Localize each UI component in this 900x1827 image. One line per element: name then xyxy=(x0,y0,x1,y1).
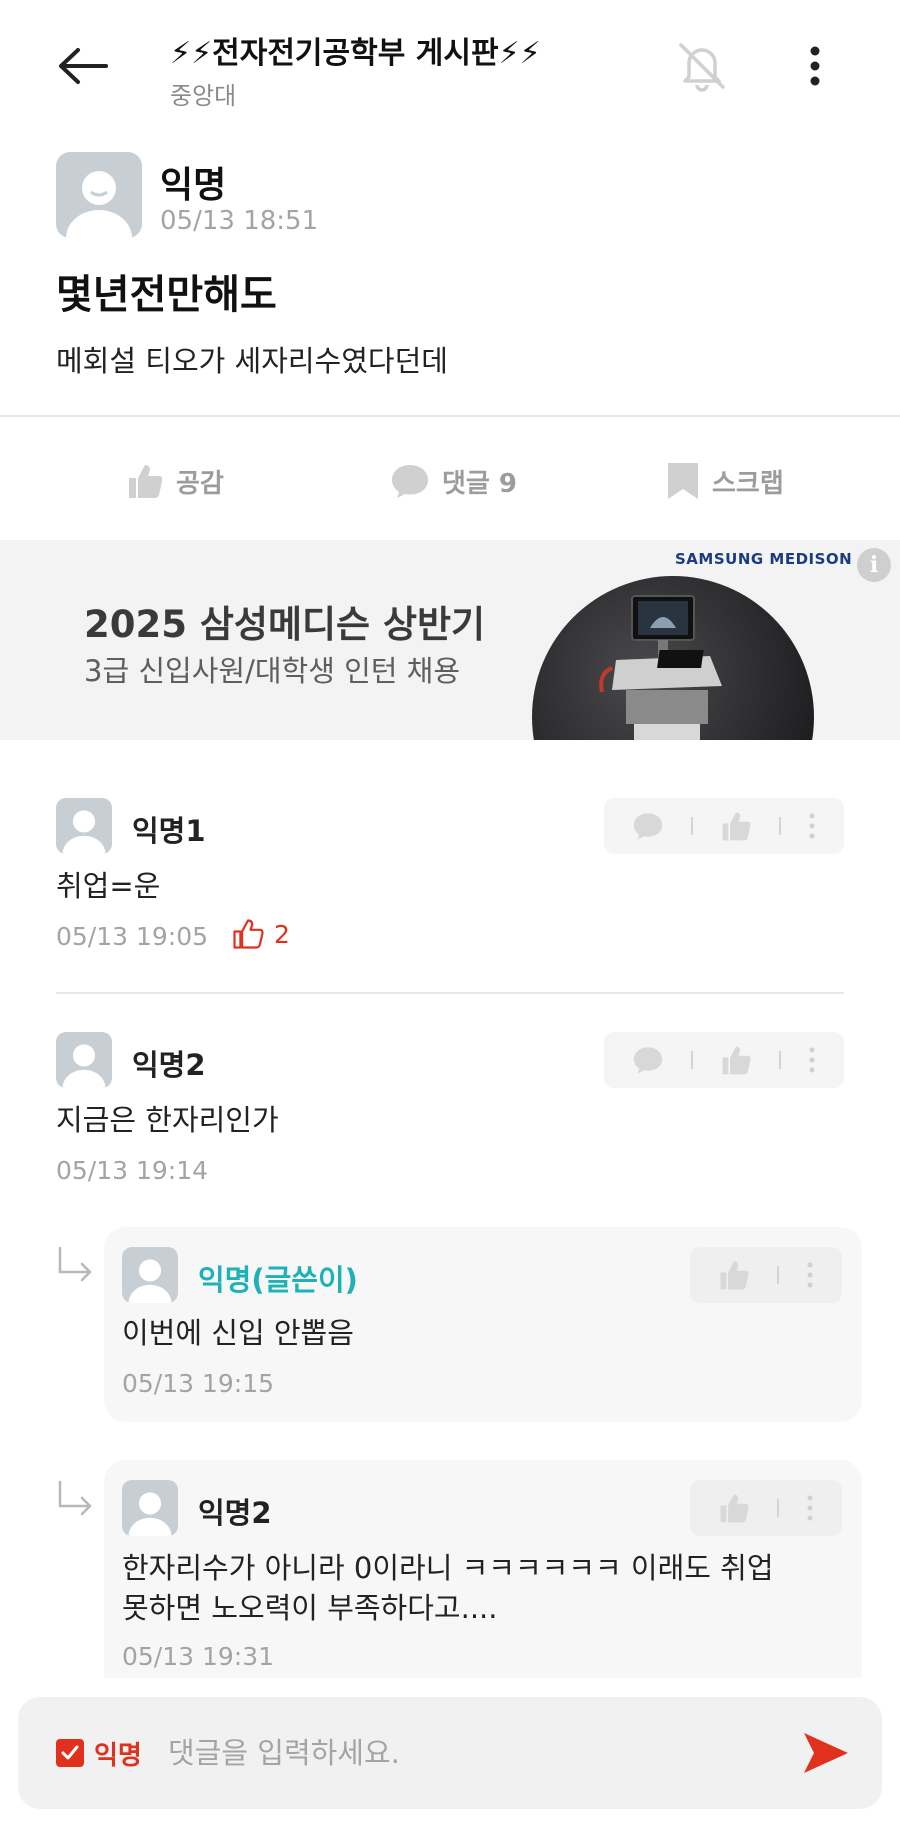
reply-toolbar xyxy=(690,1480,842,1536)
ad-info-icon[interactable]: i xyxy=(857,548,891,582)
reply-icon[interactable] xyxy=(632,1045,664,1075)
thumbs-up-icon[interactable] xyxy=(718,1259,750,1291)
reply-text: 이번에 신입 안뽑음 xyxy=(122,1316,354,1350)
comment-toolbar xyxy=(604,798,844,854)
comment-text: 취업=운 xyxy=(56,869,161,903)
separator xyxy=(779,817,782,835)
thumbs-up-icon[interactable] xyxy=(720,1044,752,1076)
more-vertical-icon xyxy=(810,46,820,86)
divider xyxy=(0,415,900,417)
reply-author: 익명2 xyxy=(198,1496,272,1530)
post-body: 메회설 티오가 세자리수였다던데 xyxy=(56,344,448,378)
comment-item: 익명1 취업=운 05/13 19:05 2 xyxy=(0,798,900,988)
avatar xyxy=(56,1032,112,1088)
reply-toolbar xyxy=(690,1247,842,1303)
avatar xyxy=(122,1480,178,1536)
back-button[interactable] xyxy=(52,36,112,96)
thumbs-up-icon[interactable] xyxy=(718,1492,750,1524)
ad-title: 2025 삼성메디슨 상반기 xyxy=(84,603,486,646)
board-title-area: ⚡⚡전자전기공학부 게시판⚡⚡ 중앙대 xyxy=(170,28,650,111)
ad-product-image xyxy=(532,576,814,740)
reply-icon[interactable] xyxy=(632,811,664,841)
comment-count-label: 댓글 9 xyxy=(442,468,517,499)
comment-author: 익명1 xyxy=(132,814,206,848)
avatar xyxy=(122,1247,178,1303)
ad-banner[interactable]: 2025 삼성메디슨 상반기 3급 신입사원/대학생 인턴 채용 SAMSUNG… xyxy=(0,540,900,740)
comment-author: 익명2 xyxy=(132,1048,206,1082)
school-name: 중앙대 xyxy=(170,82,237,110)
bookmark-icon xyxy=(668,463,698,499)
default-avatar-icon xyxy=(62,1044,106,1088)
reply-timestamp: 05/13 19:31 xyxy=(122,1642,275,1671)
comment-count-button[interactable]: 댓글 9 xyxy=(390,458,900,504)
ad-subtitle: 3급 신입사원/대학생 인턴 채용 xyxy=(84,654,461,688)
comment-timestamp: 05/13 19:14 xyxy=(56,1156,209,1185)
like-label: 공감 xyxy=(176,468,224,499)
separator xyxy=(776,1499,779,1517)
post-author-name: 익명 xyxy=(160,165,227,206)
comment-toolbar xyxy=(604,1032,844,1088)
avatar xyxy=(56,798,112,854)
reply-item: 익명(글쓴이) 이번에 신입 안뽑음 05/13 19:15 xyxy=(104,1227,862,1422)
scrap-button[interactable]: 스크랩 xyxy=(666,458,784,504)
anonymous-label[interactable]: 익명 xyxy=(94,1735,142,1772)
post-title: 몇년전만해도 xyxy=(56,272,277,318)
reply-arrow-icon xyxy=(58,1246,92,1282)
separator xyxy=(690,817,693,835)
comment-like-count: 2 xyxy=(232,918,290,950)
separator xyxy=(779,1051,782,1069)
more-vertical-icon[interactable] xyxy=(806,1262,814,1288)
thumbs-up-icon[interactable] xyxy=(720,810,752,842)
reply-text-line-2: 못하면 노오력이 부족하다고.... xyxy=(122,1591,498,1625)
send-button[interactable] xyxy=(798,1727,854,1779)
like-count: 2 xyxy=(274,919,290,949)
comment-text: 지금은 한자리인가 xyxy=(56,1103,279,1137)
post-timestamp: 05/13 18:51 xyxy=(160,206,319,236)
default-avatar-icon xyxy=(66,171,132,238)
comment-input-bar: 익명 xyxy=(18,1697,882,1809)
reply-author-op: 익명(글쓴이) xyxy=(198,1263,358,1297)
more-vertical-icon[interactable] xyxy=(808,1047,816,1073)
more-vertical-icon[interactable] xyxy=(808,813,816,839)
reply-text-line-1: 한자리수가 아니라 0이라니 ㅋㅋㅋㅋㅋㅋ 이래도 취업 xyxy=(122,1551,774,1585)
like-button[interactable]: 공감 xyxy=(126,458,224,504)
comment-timestamp: 05/13 19:05 xyxy=(56,922,209,951)
divider xyxy=(56,992,844,994)
comment-input[interactable] xyxy=(168,1727,788,1779)
app-header: ⚡⚡전자전기공학부 게시판⚡⚡ 중앙대 xyxy=(0,0,900,130)
reply-item: 익명2 한자리수가 아니라 0이라니 ㅋㅋㅋㅋㅋㅋ 이래도 취업 못하면 노오력… xyxy=(104,1460,862,1678)
anonymous-checkbox[interactable] xyxy=(56,1739,84,1767)
scrap-label: 스크랩 xyxy=(712,468,784,499)
post-author: 익명 05/13 18:51 xyxy=(56,152,656,238)
avatar xyxy=(56,152,142,238)
separator xyxy=(776,1266,779,1284)
default-avatar-icon xyxy=(62,810,106,854)
default-avatar-icon xyxy=(128,1492,172,1536)
notification-toggle-button[interactable] xyxy=(670,34,734,98)
ultrasound-machine-icon xyxy=(599,595,722,740)
check-icon xyxy=(61,1745,79,1760)
bell-off-icon xyxy=(679,43,725,92)
thumbs-up-icon xyxy=(129,465,163,498)
reply-arrow-icon xyxy=(58,1480,92,1516)
comment-item: 익명2 지금은 한자리인가 05/13 19:14 xyxy=(0,1032,900,1192)
arrow-left-icon xyxy=(59,48,108,84)
default-avatar-icon xyxy=(128,1259,172,1303)
thumbs-up-outline-icon xyxy=(233,919,264,949)
more-options-button[interactable] xyxy=(790,34,840,98)
reply-timestamp: 05/13 19:15 xyxy=(122,1369,275,1398)
separator xyxy=(690,1051,693,1069)
post-actions: 공감 댓글 9 스크랩 xyxy=(0,440,900,520)
send-icon xyxy=(804,1733,848,1773)
speech-bubble-icon xyxy=(392,465,428,498)
more-vertical-icon[interactable] xyxy=(806,1495,814,1521)
ad-brand-logo: SAMSUNG MEDISON xyxy=(675,550,853,568)
board-title: ⚡⚡전자전기공학부 게시판⚡⚡ xyxy=(170,36,541,71)
